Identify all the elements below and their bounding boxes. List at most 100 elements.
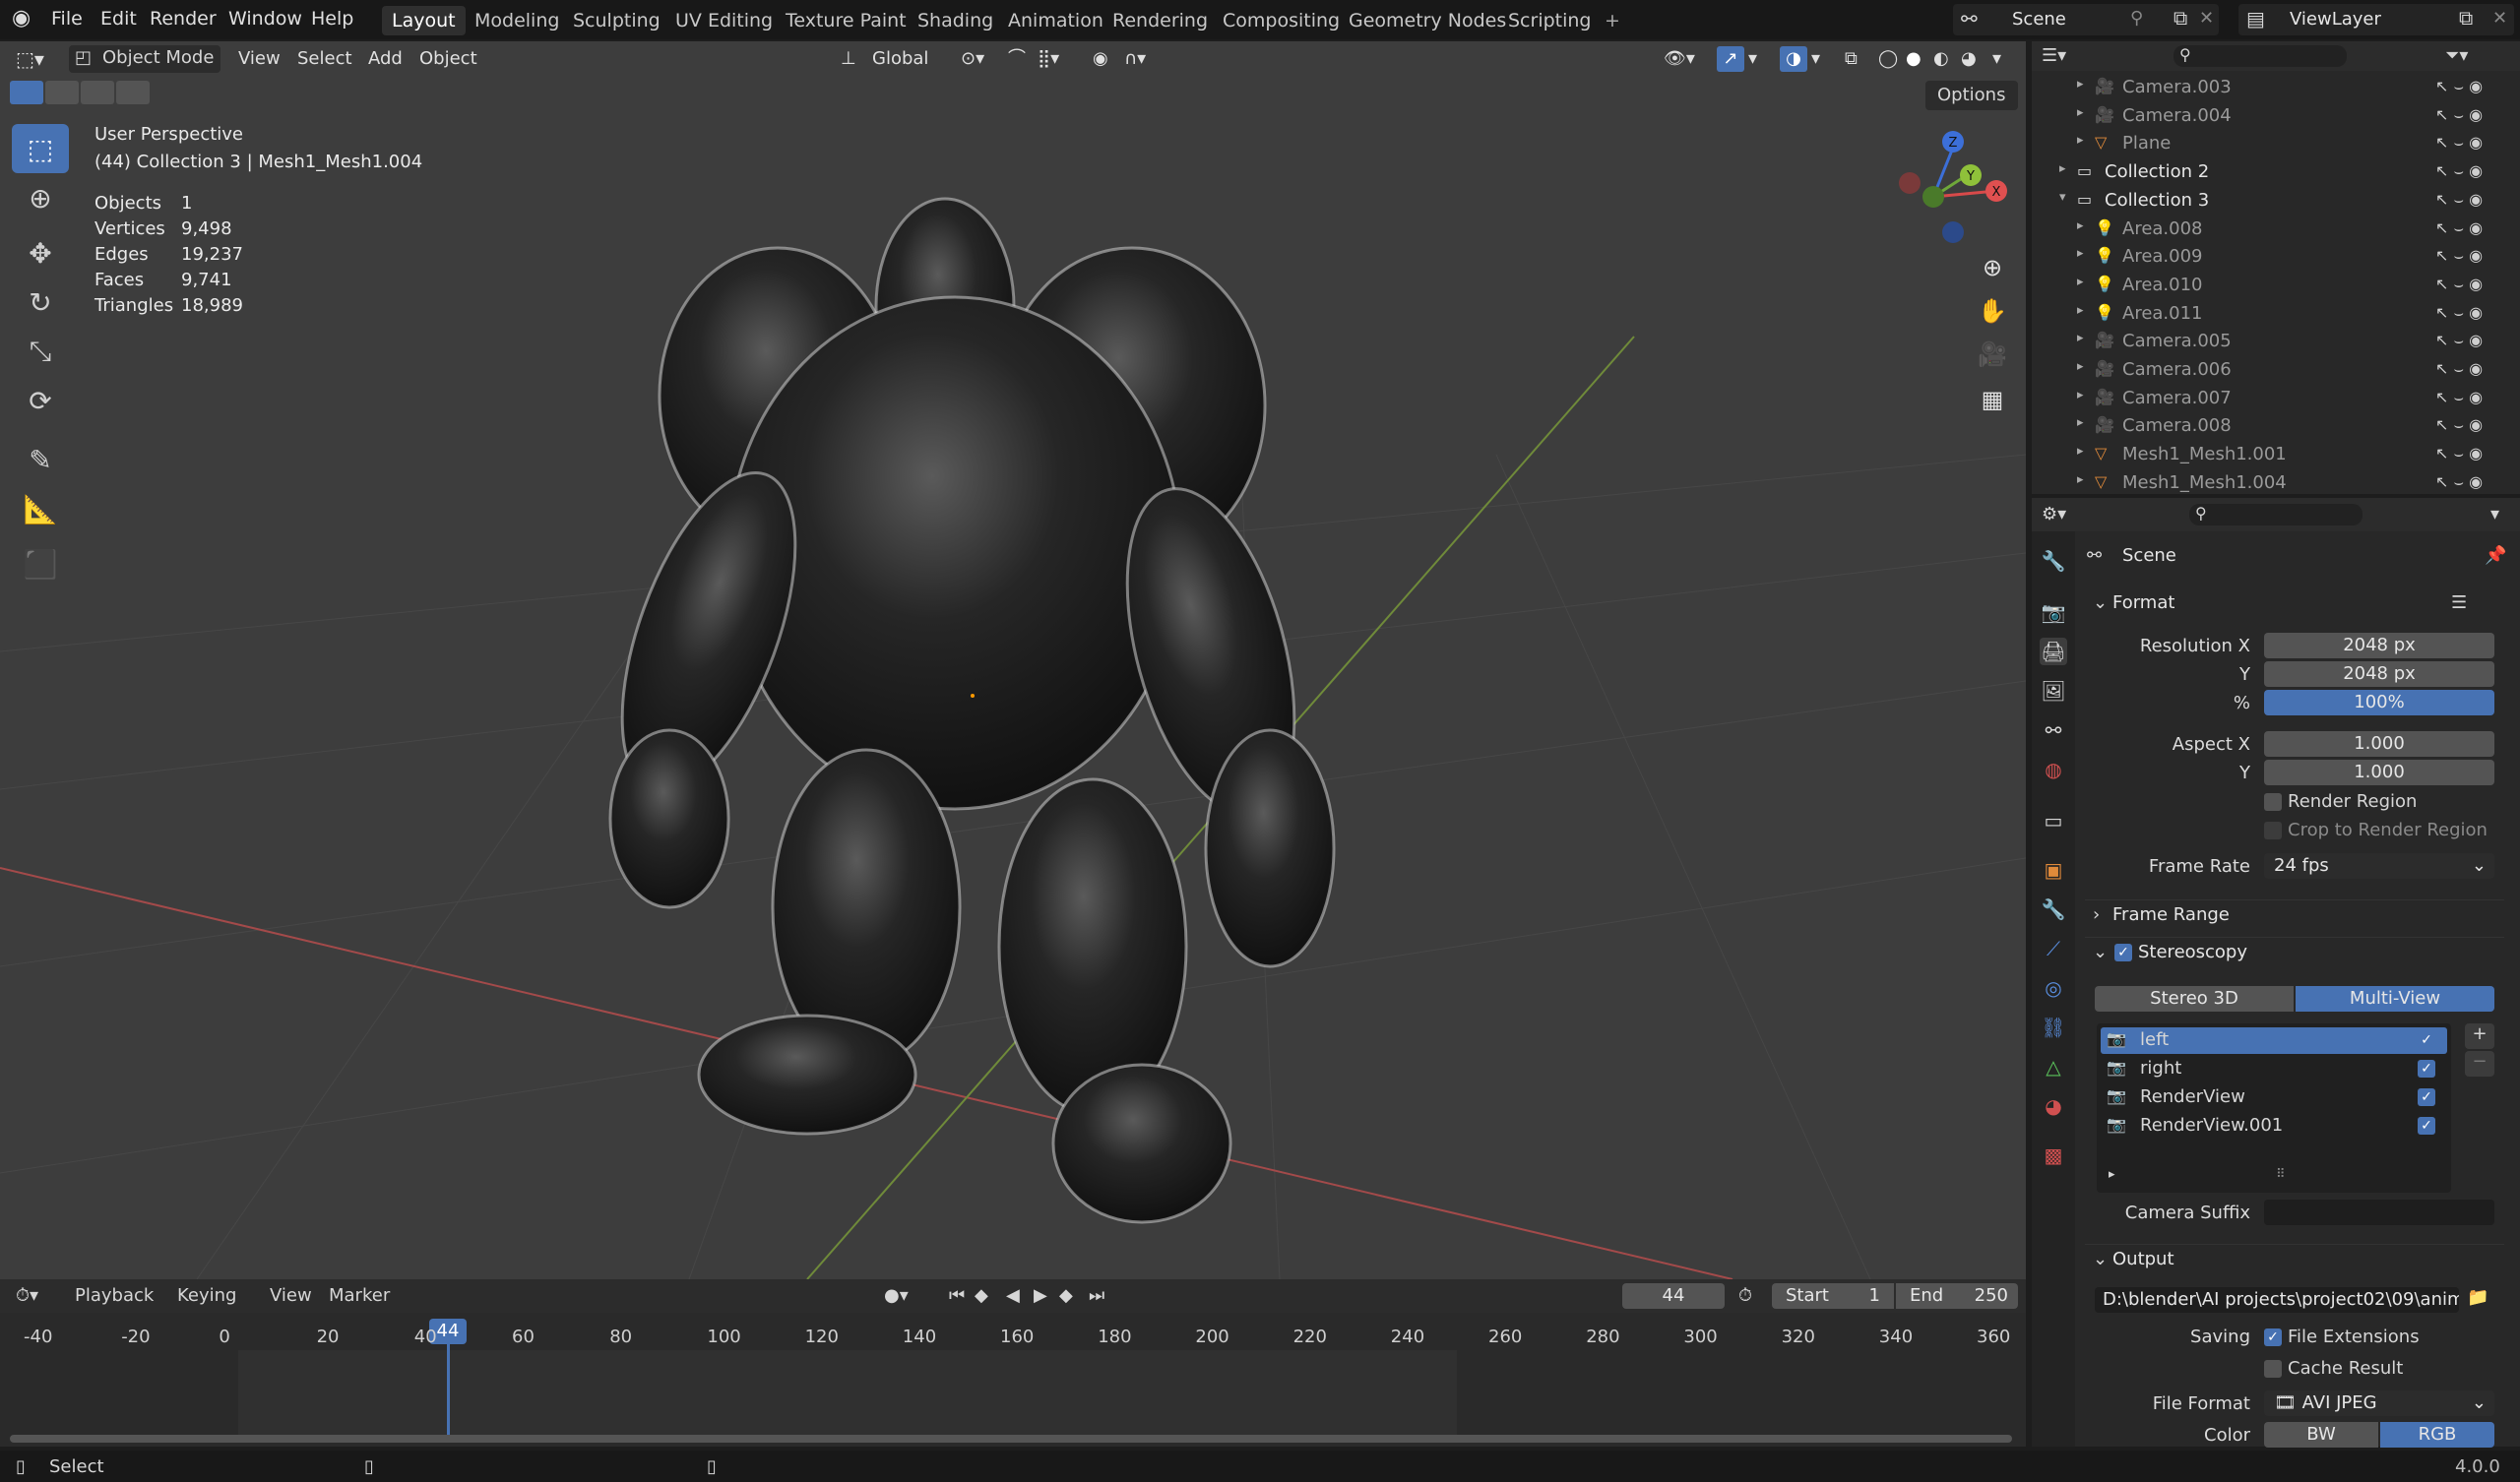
expand-icon[interactable]: ▸ (2077, 275, 2084, 289)
visibility-toggles-icon[interactable]: ↖ ⌣ ◉ (2435, 77, 2483, 96)
outliner-row[interactable]: ▸ 🎥 Camera.005 ↖ ⌣ ◉ (2032, 327, 2520, 355)
select-intersect-icon[interactable] (116, 81, 150, 104)
measure-tool[interactable]: 📐 (12, 484, 69, 533)
stereo-3d-button[interactable]: Stereo 3D (2095, 986, 2294, 1012)
crop-region-checkbox[interactable] (2264, 822, 2282, 839)
cursor-tool[interactable]: ⊕ (12, 173, 69, 222)
overlays-dropdown-icon[interactable]: ▾ (1811, 46, 1820, 72)
resolution-percent-slider[interactable]: 100% (2264, 690, 2494, 715)
expand-icon[interactable]: ▸ (2077, 77, 2084, 92)
expand-icon[interactable]: ▸ (2077, 415, 2084, 430)
menu-file[interactable]: File (51, 8, 83, 30)
expand-icon[interactable]: ▸ (2077, 246, 2084, 261)
file-format-dropdown[interactable]: 🎞 AVI JPEG ⌄ (2264, 1390, 2494, 1416)
menu-help[interactable]: Help (311, 8, 353, 30)
visibility-toggles-icon[interactable]: ↖ ⌣ ◉ (2435, 331, 2483, 350)
view-list-item[interactable]: 📷 left ✓ (2101, 1027, 2447, 1054)
expand-icon[interactable]: ▸ (2059, 161, 2066, 176)
tab-geometry-nodes[interactable]: Geometry Nodes (1339, 6, 1516, 35)
multi-view-button[interactable]: Multi-View (2296, 986, 2494, 1012)
visibility-toggles-icon[interactable]: ↖ ⌣ ◉ (2435, 133, 2483, 153)
scene-tab-icon[interactable]: ⚯ (2040, 716, 2067, 744)
start-frame-field[interactable]: Start 1 (1772, 1283, 1894, 1309)
render-region-checkbox[interactable] (2264, 793, 2282, 811)
color-bw-button[interactable]: BW (2264, 1422, 2378, 1448)
3d-viewport[interactable] (0, 41, 2026, 1279)
snap-target-icon[interactable]: ⣿▾ (1038, 46, 1059, 72)
visibility-toggles-icon[interactable]: ↖ ⌣ ◉ (2435, 275, 2483, 294)
stopwatch-icon[interactable]: ⏱ (1738, 1285, 1752, 1306)
current-frame-field[interactable]: 44 (1622, 1283, 1725, 1309)
jump-start-icon[interactable]: ⏮ (949, 1285, 965, 1306)
outliner-row[interactable]: ▾ ▭ Collection 3 ↖ ⌣ ◉ (2032, 186, 2520, 215)
falloff-icon[interactable]: ∩▾ (1124, 46, 1146, 72)
camera-suffix-input[interactable] (2264, 1200, 2494, 1225)
transform-tool[interactable]: ⟳ (12, 376, 69, 425)
outliner-row[interactable]: ▸ 🎥 Camera.003 ↖ ⌣ ◉ (2032, 73, 2520, 101)
expand-icon[interactable]: ▸ (2077, 331, 2084, 345)
object-tab-icon[interactable]: ▣ (2040, 856, 2067, 884)
expand-icon[interactable]: ▸ (2077, 472, 2084, 487)
view-enabled-checkbox[interactable]: ✓ (2418, 1060, 2435, 1078)
timeline-editor-icon[interactable]: ⏱▾ (16, 1285, 38, 1306)
modifier-tab-icon[interactable]: 🔧 (2040, 895, 2067, 923)
visibility-toggles-icon[interactable]: ↖ ⌣ ◉ (2435, 246, 2483, 266)
constraints-tab-icon[interactable]: ⛓ (2040, 1014, 2067, 1041)
tab-texture-paint[interactable]: Texture Paint (776, 6, 916, 35)
expand-icon[interactable]: ▸ (2077, 359, 2084, 374)
add-view-button[interactable]: + (2465, 1023, 2494, 1049)
prev-keyframe-icon[interactable]: ◆ (975, 1285, 988, 1306)
blender-logo-icon[interactable]: ◉ (12, 6, 31, 31)
new-scene-icon[interactable]: ⧉ (2174, 6, 2187, 30)
options-button[interactable]: Options (1925, 81, 2018, 110)
overlays-icon[interactable]: ◑ (1780, 46, 1807, 72)
visibility-toggles-icon[interactable]: ↖ ⌣ ◉ (2435, 161, 2483, 181)
menu-object[interactable]: Object (419, 46, 477, 72)
frame-range-panel-header[interactable]: › Frame Range (2085, 899, 2504, 929)
visibility-toggles-icon[interactable]: ↖ ⌣ ◉ (2435, 359, 2483, 379)
list-resize-handle-icon[interactable]: ⠿ (2276, 1167, 2286, 1182)
properties-editor-icon[interactable]: ⚙▾ (2042, 504, 2066, 525)
tab-uv-editing[interactable]: UV Editing (665, 6, 783, 35)
folder-icon[interactable]: 📁 (2467, 1287, 2488, 1308)
move-tool[interactable]: ✥ (12, 228, 69, 278)
add-workspace-button[interactable]: + (1595, 6, 1630, 35)
end-frame-field[interactable]: End 250 (1896, 1283, 2018, 1309)
expand-icon[interactable]: ▸ (2077, 218, 2084, 233)
snap-icon[interactable]: ⌒ (1008, 46, 1026, 72)
output-path-input[interactable]: D:\blender\AI projects\project02\09\anim… (2095, 1287, 2459, 1313)
view-list-item[interactable]: 📷 RenderView ✓ (2101, 1084, 2447, 1111)
physics-tab-icon[interactable]: ◎ (2040, 974, 2067, 1002)
ortho-grid-icon[interactable]: ▦ (1973, 380, 2012, 419)
menu-playback[interactable]: Playback (75, 1285, 154, 1306)
visibility-toggles-icon[interactable]: ↖ ⌣ ◉ (2435, 218, 2483, 238)
proportional-edit-icon[interactable]: ◉ (1093, 46, 1108, 72)
mode-dropdown[interactable]: ◰ Object Mode (69, 45, 220, 73)
tab-sculpting[interactable]: Sculpting (563, 6, 670, 35)
properties-search-input[interactable]: ⚲ (2189, 504, 2362, 525)
tab-compositing[interactable]: Compositing (1213, 6, 1350, 35)
scale-tool[interactable]: ⤡ (12, 327, 69, 376)
particles-tab-icon[interactable]: ⟋ (2040, 935, 2067, 962)
gizmo-toggle-icon[interactable]: ↗ (1717, 46, 1744, 72)
pin-icon[interactable]: 📌 (2485, 545, 2506, 566)
jump-end-icon[interactable]: ⏭ (1089, 1285, 1104, 1306)
gizmo-dropdown-icon[interactable]: ▾ (1748, 46, 1757, 72)
menu-add[interactable]: Add (368, 46, 403, 72)
file-extensions-checkbox[interactable]: ✓ (2264, 1328, 2282, 1346)
view-list-item[interactable]: 📷 right ✓ (2101, 1056, 2447, 1082)
orientation-dropdown[interactable]: Global (872, 46, 928, 72)
tab-animation[interactable]: Animation (998, 6, 1113, 35)
visibility-toggles-icon[interactable]: ↖ ⌣ ◉ (2435, 190, 2483, 210)
outliner-row[interactable]: ▸ 💡 Area.011 ↖ ⌣ ◉ (2032, 299, 2520, 328)
frame-rate-dropdown[interactable]: 24 fps ⌄ (2264, 853, 2494, 879)
expand-icon[interactable]: ▸ (2077, 303, 2084, 318)
outliner-row[interactable]: ▸ 💡 Area.010 ↖ ⌣ ◉ (2032, 271, 2520, 299)
menu-edit[interactable]: Edit (100, 8, 137, 30)
add-cube-tool[interactable]: ⬛ (12, 539, 69, 588)
expand-icon[interactable]: ▸ (2077, 444, 2084, 459)
tab-shading[interactable]: Shading (908, 6, 1003, 35)
output-panel-header[interactable]: ⌄ Output (2085, 1244, 2504, 1273)
transform-orientation-icon[interactable]: ⊥ (841, 46, 856, 72)
select-subtract-icon[interactable] (81, 81, 114, 104)
